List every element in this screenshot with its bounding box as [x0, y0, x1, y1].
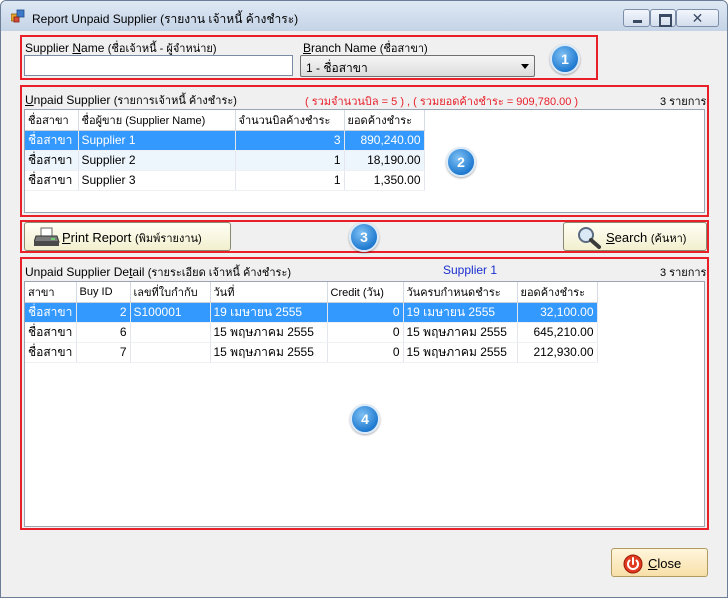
column-header[interactable]: Buy ID — [76, 282, 131, 303]
cell-due-date: 15 พฤษภาคม 2555 — [403, 342, 518, 363]
supplier-name-input[interactable] — [24, 55, 293, 76]
column-header[interactable]: สาขา — [25, 282, 77, 303]
cell-outstanding: 645,210.00 — [517, 322, 598, 343]
print-report-label: Print Report (พิมพ์รายงาน) — [62, 230, 202, 245]
close-icon: ✕ — [691, 10, 704, 26]
maximize-icon — [651, 10, 675, 27]
title-bar[interactable]: Report Unpaid Supplier (รายงาน เจ้าหนี้ … — [1, 1, 727, 31]
cell-bill-count: 1 — [235, 150, 345, 171]
unpaid-count: 3 รายการ — [660, 96, 707, 108]
magnifier-icon — [578, 227, 601, 249]
table-row[interactable]: ชื่อสาขา Supplier 3 1 1,350.00 — [25, 170, 425, 191]
table-row[interactable]: ชื่อสาขา 7 15 พฤษภาคม 2555 0 15 พฤษภาคม … — [25, 342, 598, 363]
column-header[interactable]: จำนวนบิลค้างชำระ — [235, 110, 345, 131]
minimize-icon — [624, 10, 649, 26]
table-row[interactable]: ชื่อสาขา Supplier 2 1 18,190.00 — [25, 150, 425, 171]
report-window: Report Unpaid Supplier (รายงาน เจ้าหนี้ … — [0, 0, 728, 598]
cell-supplier: Supplier 3 — [78, 170, 236, 191]
cell-date: 15 พฤษภาคม 2555 — [210, 322, 328, 343]
grid-header-row: ชื่อสาขา ชื่อผู้ขาย (Supplier Name) จำนว… — [25, 110, 425, 131]
app-icon — [11, 9, 25, 23]
table-row[interactable]: ชื่อสาขา 6 15 พฤษภาคม 2555 0 15 พฤษภาคม … — [25, 322, 598, 343]
column-header[interactable]: เลขที่ใบกำกับ — [130, 282, 211, 303]
cell-outstanding: 212,930.00 — [517, 342, 598, 363]
cell-outstanding: 890,240.00 — [344, 130, 425, 151]
chevron-down-icon — [521, 64, 529, 69]
column-header[interactable]: วันครบกำหนดชำระ — [403, 282, 518, 303]
cell-buy-id: 7 — [76, 342, 131, 363]
cell-bill-count: 3 — [235, 130, 345, 151]
cell-branch: ชื่อสาขา — [25, 130, 79, 151]
print-report-button[interactable]: Print Report (พิมพ์รายงาน) — [24, 222, 231, 251]
search-button[interactable]: Search (ค้นหา) — [563, 222, 707, 251]
branch-select[interactable]: 1 - ชื่อสาขา — [300, 55, 535, 77]
cell-branch: ชื่อสาขา — [25, 322, 77, 343]
cell-buy-id: 6 — [76, 322, 131, 343]
cell-due-date: 15 พฤษภาคม 2555 — [403, 322, 518, 343]
table-row[interactable]: ชื่อสาขา Supplier 1 3 890,240.00 — [25, 130, 425, 151]
selected-supplier-label: Supplier 1 — [443, 263, 498, 277]
cell-invoice-no — [130, 342, 211, 363]
cell-supplier: Supplier 1 — [78, 130, 236, 151]
close-window-button[interactable]: ✕ — [676, 9, 719, 27]
cell-credit-days: 0 — [327, 302, 404, 323]
cell-date: 19 เมษายน 2555 — [210, 302, 328, 323]
cell-outstanding: 32,100.00 — [517, 302, 598, 323]
minimize-button[interactable] — [623, 9, 650, 27]
annotation-badge-1: 1 — [550, 44, 580, 74]
unpaid-summary: ( รวมจำนวนบิล = 5 ) , ( รวมยอดค้างชำระ =… — [305, 96, 579, 108]
cell-date: 15 พฤษภาคม 2555 — [210, 342, 328, 363]
close-label: Close — [648, 556, 682, 571]
annotation-badge-2: 2 — [446, 147, 476, 177]
column-header[interactable]: ยอดค้างชำระ — [517, 282, 598, 303]
column-header[interactable]: ชื่อผู้ขาย (Supplier Name) — [78, 110, 236, 131]
column-header[interactable]: ยอดค้างชำระ — [344, 110, 425, 131]
cell-branch: ชื่อสาขา — [25, 150, 79, 171]
grid-header-row: สาขา Buy ID เลขที่ใบกำกับ วันที่ Credit … — [25, 282, 598, 303]
detail-count: 3 รายการ — [660, 267, 707, 279]
cell-outstanding: 18,190.00 — [344, 150, 425, 171]
power-icon — [623, 554, 643, 574]
unpaid-supplier-grid[interactable]: ชื่อสาขา ชื่อผู้ขาย (Supplier Name) จำนว… — [24, 109, 705, 213]
cell-credit-days: 0 — [327, 342, 404, 363]
cell-invoice-no — [130, 322, 211, 343]
column-header[interactable]: Credit (วัน) — [327, 282, 404, 303]
cell-buy-id: 2 — [76, 302, 131, 323]
annotation-badge-4: 4 — [350, 404, 380, 434]
cell-invoice-no: S100001 — [130, 302, 211, 323]
cell-outstanding: 1,350.00 — [344, 170, 425, 191]
maximize-button[interactable] — [650, 9, 676, 27]
cell-due-date: 19 เมษายน 2555 — [403, 302, 518, 323]
column-header[interactable]: วันที่ — [210, 282, 328, 303]
close-button[interactable]: Close — [611, 548, 708, 577]
cell-supplier: Supplier 2 — [78, 150, 236, 171]
table-row[interactable]: ชื่อสาขา 2 S100001 19 เมษายน 2555 0 19 เ… — [25, 302, 598, 323]
unpaid-supplier-heading: Unpaid Supplier (รายการเจ้าหนี้ ค้างชำระ… — [25, 93, 237, 107]
cell-bill-count: 1 — [235, 170, 345, 191]
printer-icon — [34, 227, 60, 246]
cell-credit-days: 0 — [327, 322, 404, 343]
column-header[interactable]: ชื่อสาขา — [25, 110, 79, 131]
detail-heading: Unpaid Supplier Detail (รายระเอียด เจ้าห… — [25, 265, 292, 279]
cell-branch: ชื่อสาขา — [25, 342, 77, 363]
annotation-badge-3: 3 — [349, 222, 379, 252]
cell-branch: ชื่อสาขา — [25, 302, 77, 323]
search-label: Search (ค้นหา) — [606, 230, 687, 245]
window-title: Report Unpaid Supplier (รายงาน เจ้าหนี้ … — [32, 12, 299, 26]
branch-select-value: 1 - ชื่อสาขา — [306, 61, 368, 75]
cell-branch: ชื่อสาขา — [25, 170, 79, 191]
